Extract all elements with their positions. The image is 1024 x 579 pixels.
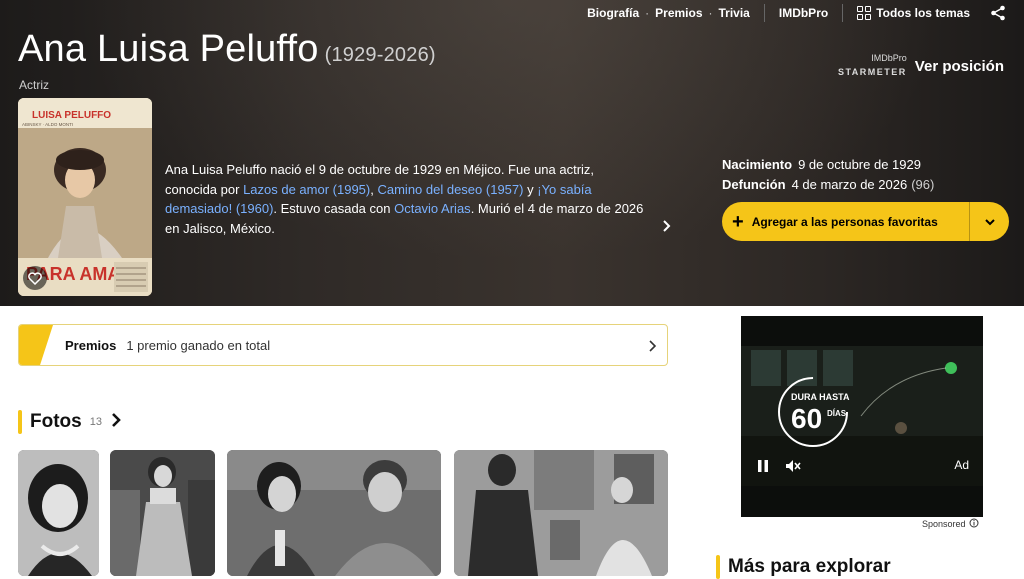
more-title: Más para explorar [728,556,891,577]
heart-icon[interactable] [23,266,47,290]
nav-separator: · [645,6,650,20]
nav-biografia[interactable]: Biografía [587,6,639,20]
death-fact: Defunción 4 de marzo de 2026 (96) [722,175,934,195]
biography-text: Ana Luisa Peluffo nació el 9 de octubre … [165,160,645,238]
nav-trivia[interactable]: Trivia [719,6,750,20]
person-role: Actriz [19,78,49,92]
starmeter-title: STARMETER [837,67,907,77]
photo-thumbnail[interactable] [454,450,668,576]
add-to-favorites-button[interactable]: + Agregar a las personas favoritas [722,202,1009,241]
pause-icon[interactable] [757,459,769,478]
person-name: Ana Luisa Peluffo [18,28,319,70]
person-years: (1929-2026) [324,44,436,66]
chevron-right-icon [110,412,122,433]
photo-thumbnail[interactable] [110,450,215,576]
nav-premios[interactable]: Premios [655,6,702,20]
starmeter[interactable]: IMDbPro STARMETER Ver posición [838,54,1004,79]
awards-text: 1 premio ganado en total [126,337,271,353]
hero-section: Biografía · Premios · Trivia IMDbPro Tod… [0,0,1024,306]
photos-header[interactable]: Fotos 13 [18,410,122,434]
all-topics-label: Todos los temas [876,6,970,20]
nav-imdbpro[interactable]: IMDbPro [779,6,828,20]
photo-thumbnail[interactable] [227,450,441,576]
bio-link-camino[interactable]: Camino del deseo (1957) [377,182,523,197]
birth-value: 9 de octubre de 1929 [798,157,921,172]
photos-count: 13 [89,416,102,428]
chevron-right-icon [647,339,657,358]
ad-label: Ad [954,458,969,472]
birth-fact: Nacimiento 9 de octubre de 1929 [722,155,934,175]
person-facts: Nacimiento 9 de octubre de 1929 Defunción… [722,155,934,195]
death-value: 4 de marzo de 2026 [791,177,908,192]
starmeter-link[interactable]: Ver posición [915,58,1004,75]
advertisement[interactable]: DURA HASTA 60 DÍAS Ad [741,316,983,517]
photo-image [227,450,441,576]
bio-text: y [523,181,538,197]
page-title: Ana Luisa Peluffo (1929-2026) [18,28,436,71]
bio-link-lazos[interactable]: Lazos de amor (1995) [243,182,370,197]
birth-label: Nacimiento [722,157,793,172]
poster-top-text: LUISA PELUFFO [32,110,111,121]
nav-divider [842,4,844,22]
section-accent [716,555,720,579]
photo-image [454,450,668,576]
grid-icon [857,6,872,20]
ad-line1: DURA HASTA [791,392,850,402]
photo-thumbnail[interactable] [18,450,99,576]
awards-label: Premios [65,337,117,353]
starmeter-label: IMDbPro STARMETER [838,54,907,79]
death-label: Defunción [722,177,786,192]
share-icon[interactable] [990,5,1006,21]
more-to-explore-header: Más para explorar [716,555,891,579]
poster-sub-text: ABINSKY · ALDO MONTI [22,122,73,127]
plus-icon: + [732,210,744,233]
sponsored-text: Sponsored [922,519,966,529]
starmeter-pro: IMDbPro [871,53,907,63]
mute-icon[interactable] [785,458,801,479]
poster-image[interactable]: LUISA PELUFFO ABINSKY · ALDO MONTI PARA … [18,98,152,296]
chevron-right-icon[interactable] [660,219,672,238]
ad-big-number: 60 [791,403,822,434]
photo-image [18,450,99,576]
info-icon [969,518,979,530]
section-accent [18,410,22,434]
nav-separator: · [708,6,713,20]
photo-image [110,450,215,576]
sponsored-label[interactable]: Sponsored [922,518,979,530]
nav-all-topics[interactable]: Todos los temas [857,6,970,20]
ad-video: DURA HASTA 60 DÍAS [741,316,983,517]
awards-accent [19,325,53,365]
ad-unit: DÍAS [827,409,847,418]
chevron-down-icon[interactable] [969,202,1009,241]
photos-title: Fotos [30,411,82,432]
add-favorite-main[interactable]: + Agregar a las personas favoritas [722,202,969,241]
bio-link-octavio[interactable]: Octavio Arias [394,201,471,216]
add-favorite-label: Agregar a las personas favoritas [751,214,938,229]
death-age: (96) [911,177,935,192]
bio-text: . Estuvo casada con [273,201,395,216]
nav-divider [763,4,765,22]
top-nav: Biografía · Premios · Trivia IMDbPro Tod… [587,4,1006,22]
awards-banner[interactable]: Premios 1 premio ganado en total [18,324,668,366]
